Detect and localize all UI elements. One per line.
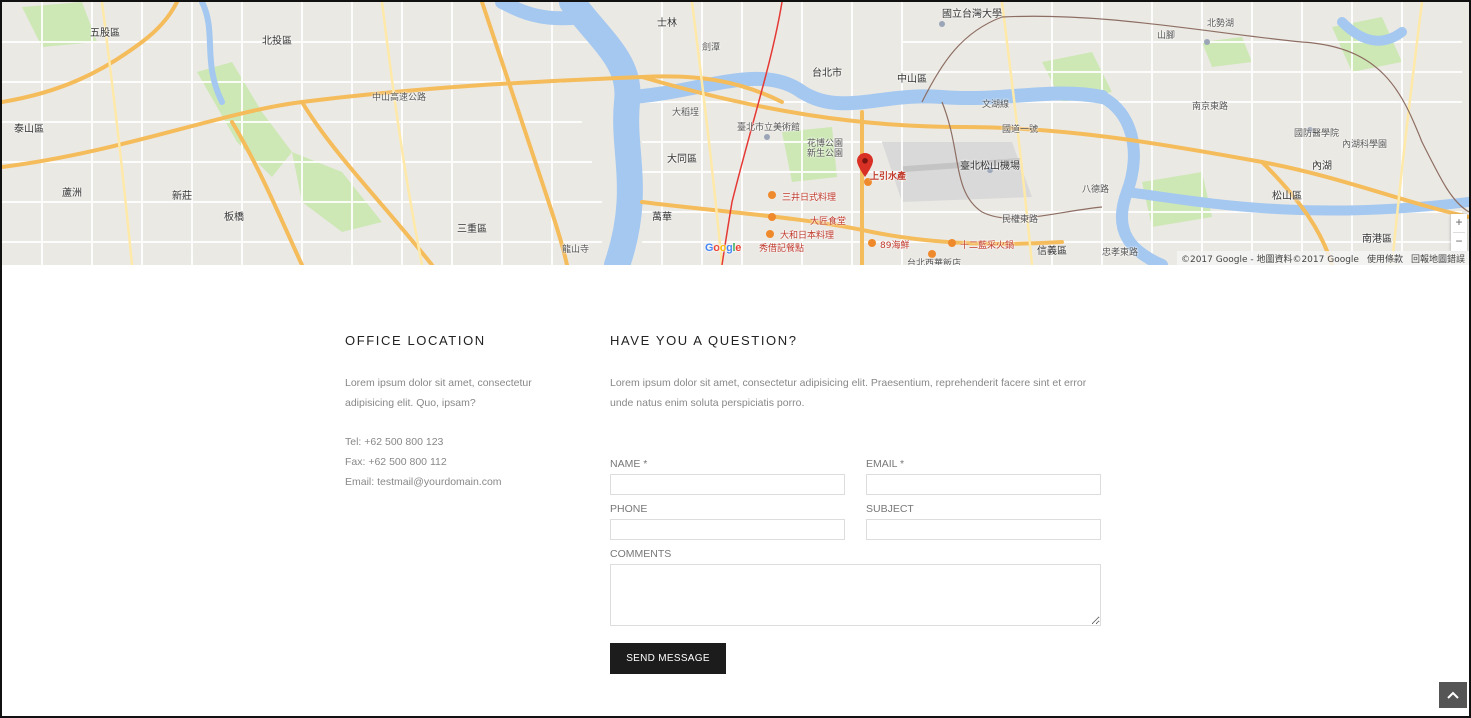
map-label: 大稻埕 xyxy=(672,108,700,118)
comments-field-group: COMMENTS xyxy=(610,548,1101,631)
map-label: 萬華 xyxy=(652,212,672,223)
map-copyright: ©2017 Google - 地圖資料©2017 Google xyxy=(1180,255,1359,265)
map-terms-link[interactable]: 使用條款 xyxy=(1367,252,1403,265)
comments-label: COMMENTS xyxy=(610,548,672,560)
map-label: 松山區 xyxy=(1272,191,1302,202)
phone-input[interactable] xyxy=(610,519,845,540)
map-label: 南京東路 xyxy=(1192,102,1229,112)
map-label: 泰山區 xyxy=(14,124,44,135)
subject-input[interactable] xyxy=(866,519,1101,540)
marker-label: 上引水產 xyxy=(870,172,907,182)
map-label: 三重區 xyxy=(457,224,487,235)
map-label: 山腳 xyxy=(1157,31,1176,41)
name-input[interactable] xyxy=(610,474,845,495)
phone-label: PHONE xyxy=(610,503,648,515)
phone-field-group: PHONE xyxy=(610,503,845,540)
map-label: 十二藍采火鍋 xyxy=(960,241,1015,251)
map-label: 士林 xyxy=(657,18,677,29)
name-label: NAME * xyxy=(610,458,648,470)
contact-info: Tel: +62 500 800 123 Fax: +62 500 800 11… xyxy=(345,432,575,492)
zoom-control: + − xyxy=(1451,214,1467,251)
name-field-group: NAME * xyxy=(610,458,845,495)
map-label: 北投區 xyxy=(262,36,292,47)
map-label: 臺北市立美術館 xyxy=(737,123,801,133)
map-label: 大同區 xyxy=(667,154,697,165)
email-input[interactable] xyxy=(866,474,1101,495)
email-field-group: EMAIL * xyxy=(866,458,1101,495)
office-location-section: OFFICE LOCATION Lorem ipsum dolor sit am… xyxy=(345,333,575,492)
map-label: 臺北松山機場 xyxy=(960,161,1020,172)
map-label: 89海鮮 xyxy=(880,241,910,251)
subject-field-group: SUBJECT xyxy=(866,503,1101,540)
map-label: 八德路 xyxy=(1082,185,1110,195)
send-message-button[interactable]: SEND MESSAGE xyxy=(610,643,726,674)
map-label: 忠孝東路 xyxy=(1102,248,1139,258)
contact-tel: Tel: +62 500 800 123 xyxy=(345,436,444,448)
map-label: 南港區 xyxy=(1362,234,1392,245)
zoom-in-button[interactable]: + xyxy=(1451,214,1467,232)
contact-fax: Fax: +62 500 800 112 xyxy=(345,456,447,468)
map-label: 民權東路 xyxy=(1002,215,1039,225)
map-attribution: ©2017 Google - 地圖資料©2017 Google 使用條款 回報地… xyxy=(1176,251,1469,265)
office-heading: OFFICE LOCATION xyxy=(345,333,486,348)
email-label: EMAIL * xyxy=(866,458,905,470)
google-map[interactable]: 五股區 蘆洲 三重區 新莊 泰山區 板橋 台北市 中山區 內湖 北投區 士林 大… xyxy=(2,2,1469,265)
map-label: 北勢湖 xyxy=(1207,19,1235,29)
zoom-out-button[interactable]: − xyxy=(1451,233,1467,251)
map-label: 台北市 xyxy=(812,68,842,79)
map-label: 五股區 xyxy=(90,28,120,39)
google-logo: Google xyxy=(705,242,742,254)
contact-form: NAME * EMAIL * PHONE SUBJECT COMMENTS SE… xyxy=(610,458,1101,674)
map-label: 新生公園 xyxy=(807,149,844,159)
map-label: 劍潭 xyxy=(702,43,721,53)
question-description: Lorem ipsum dolor sit amet, consectetur … xyxy=(610,377,1087,409)
map-label: 台北西華飯店 xyxy=(907,259,962,265)
map-label: 大和日本料理 xyxy=(780,231,835,241)
subject-label: SUBJECT xyxy=(866,503,914,515)
map-label: 信義區 xyxy=(1037,246,1067,257)
comments-textarea[interactable] xyxy=(610,564,1101,626)
map-label: 中山區 xyxy=(897,74,927,85)
map-label: 秀借記餐點 xyxy=(759,244,805,254)
map-label: 龍山寺 xyxy=(562,245,590,255)
map-label: 大匠食堂 xyxy=(810,217,847,227)
map-label: 國道一號 xyxy=(1002,125,1039,135)
map-label: 三井日式料理 xyxy=(782,193,837,203)
map-label: 國防醫學院 xyxy=(1294,129,1340,139)
map-label: 內湖 xyxy=(1312,161,1332,172)
map-label: 中山高速公路 xyxy=(372,93,427,103)
map-label: 新莊 xyxy=(172,191,192,202)
map-label: 板橋 xyxy=(224,212,244,223)
question-section: HAVE YOU A QUESTION? Lorem ipsum dolor s… xyxy=(610,333,1101,674)
chevron-up-icon xyxy=(1447,691,1459,699)
map-label: 內湖科學園 xyxy=(1342,140,1388,150)
map-canvas xyxy=(2,2,1469,265)
map-label: 蘆洲 xyxy=(62,188,82,199)
map-label: 國立台灣大學 xyxy=(942,9,1002,20)
question-heading: HAVE YOU A QUESTION? xyxy=(610,333,798,348)
map-label: 文湖線 xyxy=(982,100,1010,110)
office-description: Lorem ipsum dolor sit amet, consectetur … xyxy=(345,377,532,409)
back-to-top-button[interactable] xyxy=(1439,682,1467,708)
map-report-link[interactable]: 回報地圖錯誤 xyxy=(1411,252,1465,265)
contact-email: Email: testmail@yourdomain.com xyxy=(345,476,502,488)
